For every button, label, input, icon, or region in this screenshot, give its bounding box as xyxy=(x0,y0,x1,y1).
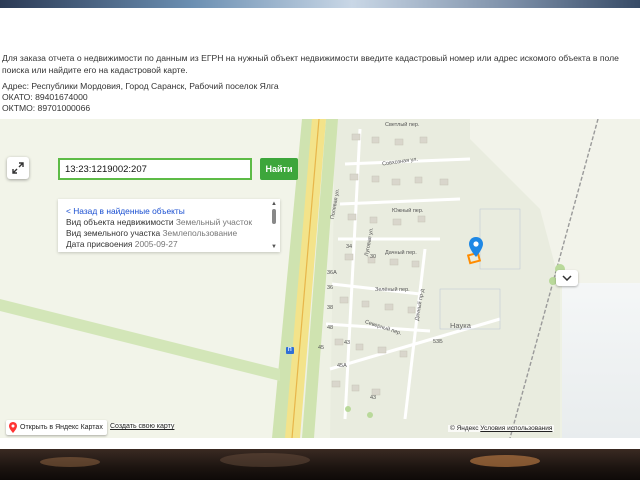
road-number: П xyxy=(288,347,292,353)
house-number: 38 xyxy=(327,305,334,311)
street-label: Южный пер. xyxy=(392,208,424,214)
address-line: Адрес: Республики Мордовия, Город Саранс… xyxy=(2,81,279,91)
open-in-yandex-label: Открыть в Яндекс Картах xyxy=(20,424,103,431)
oktmo-line: ОКТМО: 89701000066 xyxy=(2,103,91,113)
place-label: Наука xyxy=(450,321,471,330)
terms-link[interactable]: Условия использования xyxy=(480,425,552,432)
info-value: Землепользование xyxy=(162,228,238,238)
info-card: < Назад в найденные объекты Вид объекта … xyxy=(58,199,280,252)
scroll-down-icon[interactable]: ▼ xyxy=(271,244,277,250)
info-row: Вид объекта недвижимости Земельный участ… xyxy=(66,217,280,228)
intro-text: Для заказа отчета о недвижимости по данн… xyxy=(2,53,619,75)
chevron-down-icon[interactable] xyxy=(556,270,578,286)
house-number: 43 xyxy=(370,395,377,401)
info-value: 2005-09-27 xyxy=(134,239,178,249)
expand-button[interactable] xyxy=(7,157,29,179)
find-button[interactable]: Найти xyxy=(260,158,298,180)
info-label: Вид земельного участка xyxy=(66,228,161,238)
map-copyright: © Яндекс Условия использования xyxy=(448,425,555,432)
info-row: Дата присвоения 2005-09-27 xyxy=(66,239,280,250)
back-link[interactable]: < Назад в найденные объекты xyxy=(66,206,280,217)
location-pin-icon[interactable] xyxy=(469,237,483,262)
street-label: Зелёный пер. xyxy=(375,287,410,293)
info-label: Вид объекта недвижимости xyxy=(66,217,174,227)
info-scrollbar[interactable]: ▲ ▼ xyxy=(270,201,278,250)
yandex-pin-icon xyxy=(9,422,17,433)
house-number: 53Б xyxy=(433,339,443,345)
page: Для заказа отчета о недвижимости по данн… xyxy=(0,0,640,480)
info-row: Вид земельного участка Землепользование xyxy=(66,228,280,239)
house-number: 45 xyxy=(318,345,325,351)
header-photo xyxy=(0,0,640,8)
scroll-up-icon[interactable]: ▲ xyxy=(271,201,277,207)
footer-photo xyxy=(0,449,640,480)
create-map-link[interactable]: Создать свою карту xyxy=(110,423,175,430)
house-number: 36 xyxy=(327,285,334,291)
house-number: 36А xyxy=(327,270,337,276)
blurred-overlay xyxy=(562,283,640,438)
street-label: Дачный пер. xyxy=(385,250,417,256)
house-number: 45А xyxy=(337,363,347,369)
search-input[interactable] xyxy=(58,158,252,180)
open-in-yandex-button[interactable]: Открыть в Яндекс Картах xyxy=(6,420,107,435)
house-number: 30 xyxy=(370,254,377,260)
house-number: 43 xyxy=(344,340,351,346)
copyright-text: © Яндекс xyxy=(450,425,479,432)
okato-line: ОКАТО: 89401674000 xyxy=(2,92,88,102)
scroll-thumb[interactable] xyxy=(272,209,276,224)
house-number: 34 xyxy=(346,244,353,250)
expand-icon xyxy=(12,162,24,174)
info-value: Земельный участок xyxy=(175,217,253,227)
house-number: 48 xyxy=(327,325,334,331)
info-label: Дата присвоения xyxy=(66,239,133,249)
address-block: Адрес: Республики Мордовия, Город Саранс… xyxy=(2,81,638,114)
street-label: Светлый пер. xyxy=(385,122,420,128)
